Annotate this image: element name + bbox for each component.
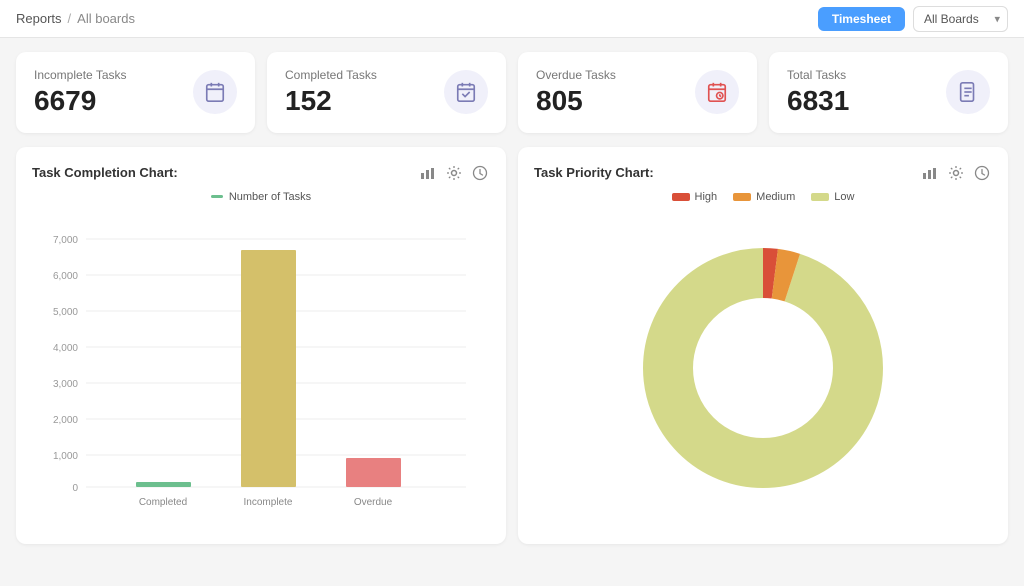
settings-icon-btn[interactable]: [444, 163, 464, 183]
clock-icon-btn[interactable]: [470, 163, 490, 183]
bar-legend-label: Number of Tasks: [229, 191, 311, 203]
main-content: Incomplete Tasks 6679 Completed Tasks 15…: [0, 38, 1024, 558]
donut-chart-svg: [603, 213, 923, 513]
legend-low-color: [811, 193, 829, 201]
stat-info-total: Total Tasks 6831: [787, 68, 849, 117]
stat-icon-wrap-incomplete: [193, 70, 237, 114]
stat-cards-row: Incomplete Tasks 6679 Completed Tasks 15…: [16, 52, 1008, 133]
priority-bar-icon-btn[interactable]: [920, 163, 940, 183]
top-right-controls: Timesheet All Boards: [818, 6, 1008, 32]
stat-value-incomplete: 6679: [34, 86, 127, 117]
stat-info-completed: Completed Tasks 152: [285, 68, 377, 117]
breadcrumb-separator: /: [68, 11, 72, 26]
stat-info-incomplete: Incomplete Tasks 6679: [34, 68, 127, 117]
bar-legend-dot: [211, 195, 223, 198]
all-boards-select[interactable]: All Boards: [913, 6, 1008, 32]
bar-chart-area: 7,000 6,000 5,000 4,000 3,000 2,000 1,00…: [32, 215, 490, 528]
stat-label-completed: Completed Tasks: [285, 68, 377, 82]
bar-chart-svg: 7,000 6,000 5,000 4,000 3,000 2,000 1,00…: [32, 225, 490, 525]
stat-label-incomplete: Incomplete Tasks: [34, 68, 127, 82]
task-priority-chart-card: Task Priority Chart:: [518, 147, 1008, 544]
legend-medium-color: [733, 193, 751, 201]
task-priority-chart-header: Task Priority Chart:: [534, 163, 992, 183]
stat-label-overdue: Overdue Tasks: [536, 68, 616, 82]
all-boards-select-wrapper: All Boards: [913, 6, 1008, 32]
stat-card-total: Total Tasks 6831: [769, 52, 1008, 133]
gear-icon-2: [948, 165, 964, 181]
legend-high-label: High: [695, 191, 718, 203]
stat-info-overdue: Overdue Tasks 805: [536, 68, 616, 117]
stat-icon-wrap-overdue: [695, 70, 739, 114]
svg-text:0: 0: [72, 483, 78, 494]
breadcrumb-reports[interactable]: Reports: [16, 11, 62, 26]
svg-text:6,000: 6,000: [53, 271, 78, 282]
donut-legend: High Medium Low: [534, 191, 992, 203]
breadcrumb: Reports / All boards: [16, 11, 135, 26]
task-completion-chart-header: Task Completion Chart:: [32, 163, 490, 183]
stat-card-incomplete: Incomplete Tasks 6679: [16, 52, 255, 133]
bar-chart-icon: [420, 165, 436, 181]
stat-card-overdue: Overdue Tasks 805: [518, 52, 757, 133]
stat-value-overdue: 805: [536, 86, 616, 117]
svg-text:Overdue: Overdue: [354, 497, 393, 508]
stat-icon-wrap-completed: [444, 70, 488, 114]
svg-text:Incomplete: Incomplete: [244, 497, 293, 508]
stat-card-completed: Completed Tasks 152: [267, 52, 506, 133]
bar-chart-icon-btn[interactable]: [418, 163, 438, 183]
gear-icon: [446, 165, 462, 181]
top-bar: Reports / All boards Timesheet All Board…: [0, 0, 1024, 38]
legend-high-color: [672, 193, 690, 201]
priority-chart-actions: [920, 163, 992, 183]
task-completion-chart-card: Task Completion Chart:: [16, 147, 506, 544]
breadcrumb-all-boards: All boards: [77, 11, 135, 26]
bar-chart-icon-2: [922, 165, 938, 181]
svg-text:Completed: Completed: [139, 497, 187, 508]
svg-text:3,000: 3,000: [53, 379, 78, 390]
stat-value-completed: 152: [285, 86, 377, 117]
task-priority-chart-title: Task Priority Chart:: [534, 165, 654, 180]
svg-text:4,000: 4,000: [53, 343, 78, 354]
priority-settings-btn[interactable]: [946, 163, 966, 183]
clock-icon-2: [974, 165, 990, 181]
stat-icon-wrap-total: [946, 70, 990, 114]
stat-value-total: 6831: [787, 86, 849, 117]
svg-text:7,000: 7,000: [53, 235, 78, 246]
chart-actions: [418, 163, 490, 183]
legend-low: Low: [811, 191, 854, 203]
svg-text:5,000: 5,000: [53, 307, 78, 318]
clock-icon: [472, 165, 488, 181]
priority-clock-btn[interactable]: [972, 163, 992, 183]
legend-high: High: [672, 191, 718, 203]
legend-low-label: Low: [834, 191, 854, 203]
svg-text:1,000: 1,000: [53, 451, 78, 462]
donut-svg-wrap: [534, 213, 992, 513]
legend-medium-label: Medium: [756, 191, 795, 203]
stat-label-total: Total Tasks: [787, 68, 849, 82]
task-completion-chart-title: Task Completion Chart:: [32, 165, 178, 180]
bar-chart-legend: Number of Tasks: [32, 191, 490, 203]
svg-text:2,000: 2,000: [53, 415, 78, 426]
legend-medium: Medium: [733, 191, 795, 203]
timesheet-button[interactable]: Timesheet: [818, 7, 905, 31]
charts-row: Task Completion Chart:: [16, 147, 1008, 544]
